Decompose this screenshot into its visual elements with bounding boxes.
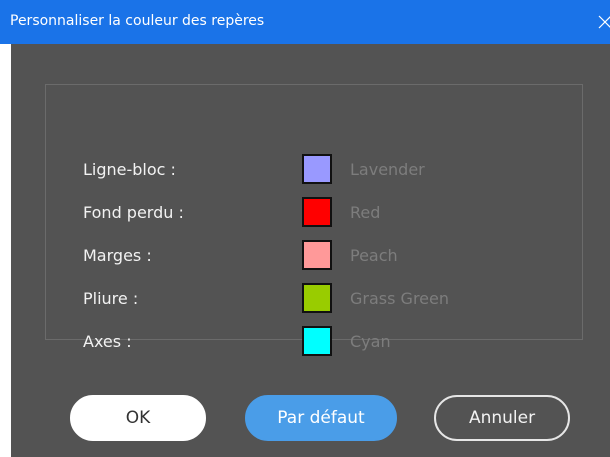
close-button[interactable]	[594, 6, 610, 36]
color-name: Peach	[350, 246, 398, 265]
title-bar: Personnaliser la couleur des repères	[0, 0, 610, 44]
color-name: Lavender	[350, 160, 425, 179]
color-name: Cyan	[350, 332, 391, 351]
color-name: Red	[350, 203, 381, 222]
close-icon	[598, 15, 610, 29]
guide-colors-group: Ligne-bloc : Lavender Fond perdu : Red M…	[45, 84, 583, 356]
guide-label: Ligne-bloc :	[83, 160, 176, 179]
color-name: Grass Green	[350, 289, 449, 308]
guide-row-pliure: Pliure : Grass Green	[46, 282, 582, 316]
guide-label: Axes :	[83, 332, 132, 351]
guide-label: Marges :	[83, 246, 152, 265]
color-swatch[interactable]	[302, 326, 332, 356]
guide-row-ligne-bloc: Ligne-bloc : Lavender	[46, 153, 582, 187]
guide-row-axes: Axes : Cyan	[46, 325, 582, 359]
guide-label: Pliure :	[83, 289, 139, 308]
color-swatch[interactable]	[302, 154, 332, 184]
color-swatch[interactable]	[302, 197, 332, 227]
default-button[interactable]: Par défaut	[245, 395, 397, 441]
cancel-button[interactable]: Annuler	[434, 395, 570, 441]
guide-row-marges: Marges : Peach	[46, 239, 582, 273]
dialog-window: Personnaliser la couleur des repères Lig…	[0, 0, 610, 457]
color-swatch[interactable]	[302, 283, 332, 313]
dialog-title: Personnaliser la couleur des repères	[10, 13, 265, 29]
color-swatch[interactable]	[302, 240, 332, 270]
ok-button[interactable]: OK	[70, 395, 206, 441]
guide-label: Fond perdu :	[83, 203, 184, 222]
guide-row-fond-perdu: Fond perdu : Red	[46, 196, 582, 230]
dialog-body: Ligne-bloc : Lavender Fond perdu : Red M…	[11, 44, 610, 457]
